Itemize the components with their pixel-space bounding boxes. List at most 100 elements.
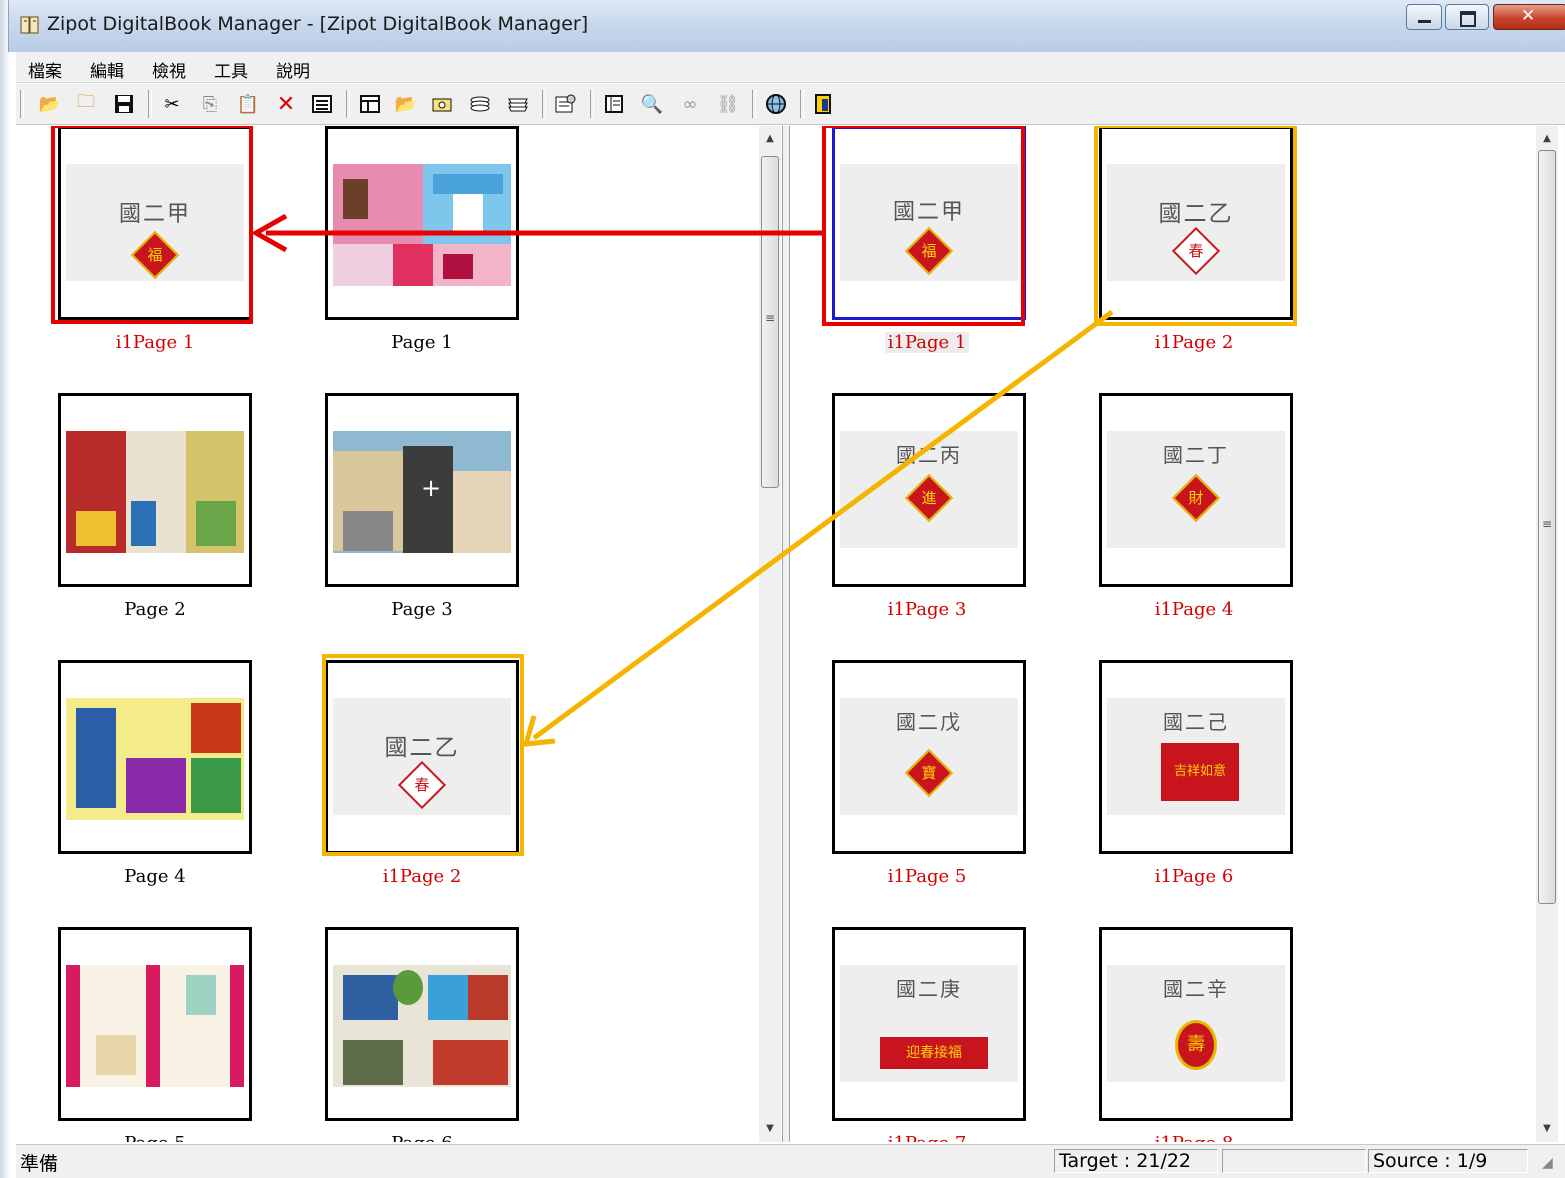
paste-icon[interactable]: 📋	[236, 92, 260, 116]
page-caption: i1Page 5	[887, 866, 967, 887]
highlight-frame-red	[822, 126, 1025, 326]
page-caption: Page 2	[124, 599, 186, 620]
toolbar-separator	[800, 90, 804, 118]
toolbar: 📂 🗀 ✂ ⎘ 📋 ✕ 📂 🔍 ∞ ⛓	[16, 84, 1565, 125]
exit-icon[interactable]	[812, 92, 836, 116]
emblem-banner: 迎春接福	[880, 1037, 988, 1069]
open-folder-icon[interactable]: 📂	[38, 92, 62, 116]
fan-title: 國二辛	[1163, 977, 1229, 1001]
menu-file[interactable]: 檔案	[28, 57, 62, 82]
target-pages-pane[interactable]: 國二甲 福 i1Page 1 國二乙 春 i1Page 2 國二丙 進 i1Pa…	[790, 126, 1560, 1142]
page-caption: i1Page 2	[382, 866, 462, 887]
page-thumbnail-i1page4[interactable]: 國二丁 財	[1099, 393, 1293, 587]
scroll-up-arrow-icon[interactable]: ▲	[1536, 130, 1558, 148]
properties-list-icon[interactable]	[310, 92, 334, 116]
folder-photo-icon[interactable]: 📂	[394, 92, 418, 116]
highlight-frame-orange	[1094, 126, 1297, 326]
grip-icon: ≡	[1541, 517, 1553, 531]
menu-edit[interactable]: 編輯	[90, 57, 124, 82]
page-thumbnail-page4[interactable]	[58, 660, 252, 854]
list-view-icon[interactable]	[602, 92, 626, 116]
chain-icon[interactable]: ⛓	[716, 92, 740, 116]
thumbnail-image: 國二丙 進	[840, 431, 1018, 548]
page-thumbnail-page6[interactable]	[325, 927, 519, 1121]
app-icon	[19, 14, 41, 36]
toolbar-separator	[542, 90, 546, 118]
grip-icon: ≡	[764, 311, 776, 325]
status-empty-pane	[1222, 1149, 1366, 1173]
fan-title: 國二丁	[1163, 443, 1229, 467]
page-caption: i1Page 7	[827, 1133, 1027, 1142]
scroll-down-arrow-icon[interactable]: ▼	[759, 1120, 781, 1138]
photo-icon[interactable]	[430, 92, 454, 116]
pane-splitter[interactable]	[782, 126, 790, 1142]
page-thumbnail-page2[interactable]	[58, 393, 252, 587]
highlight-frame-orange	[322, 654, 524, 856]
page-thumbnail-i1page3[interactable]: 國二丙 進	[832, 393, 1026, 587]
title-bar[interactable]: Zipot DigitalBook Manager - [Zipot Digit…	[8, 0, 1565, 52]
emblem-banner: 吉祥如意	[1161, 743, 1239, 801]
fan-title: 國二己	[1163, 710, 1229, 734]
stack-alt-icon[interactable]	[506, 92, 530, 116]
menu-tools[interactable]: 工具	[214, 57, 248, 82]
source-pages-pane[interactable]: 國二甲 福 i1Page 1 Page 1 Page 2 + Page 3 Pa…	[18, 126, 782, 1142]
save-icon[interactable]	[112, 92, 136, 116]
page-caption: Page 3	[391, 599, 453, 620]
status-ready-text: 準備	[20, 1153, 59, 1175]
thumbnail-image	[66, 965, 244, 1087]
thumbnail-image: 國二丁 財	[1107, 431, 1285, 548]
new-folder-icon[interactable]: 🗀	[74, 91, 98, 116]
scroll-thumb[interactable]: ≡	[1538, 150, 1556, 904]
maximize-button[interactable]	[1445, 4, 1489, 30]
minimize-button[interactable]	[1406, 4, 1442, 30]
zoom-page-icon[interactable]: 🔍	[640, 92, 664, 116]
thumbnail-image: 國二庚 迎春接福	[840, 965, 1018, 1082]
menu-view[interactable]: 檢視	[152, 57, 186, 82]
scroll-down-arrow-icon[interactable]: ▼	[1536, 1120, 1558, 1138]
status-bar: 準備 Target : 21/22 Source : 1/9 ◢	[16, 1144, 1565, 1178]
page-thumbnail-page3[interactable]: +	[325, 393, 519, 587]
thumbnail-image: 國二辛 壽	[1107, 965, 1285, 1082]
emblem-medallion: 壽	[1175, 1020, 1217, 1070]
fan-title: 國二丙	[896, 443, 962, 467]
close-button[interactable]	[1493, 4, 1565, 30]
thumbnail-image	[333, 965, 511, 1087]
left-vertical-scrollbar[interactable]: ▲ ≡ ▼	[759, 126, 781, 1142]
stack-icon[interactable]	[468, 92, 492, 116]
layout-icon[interactable]	[358, 92, 382, 116]
delete-icon[interactable]: ✕	[274, 92, 298, 117]
menu-help[interactable]: 說明	[276, 57, 310, 82]
page-thumbnail-i1page5[interactable]: 國二戊 寶	[832, 660, 1026, 854]
page-thumbnail-i1page6[interactable]: 國二己 吉祥如意	[1099, 660, 1293, 854]
toolbar-separator	[590, 90, 594, 118]
page-thumbnail-page1[interactable]	[325, 126, 519, 320]
page-caption: Page 1	[391, 332, 453, 353]
resize-grip-icon[interactable]: ◢	[1542, 1155, 1560, 1173]
link-icon[interactable]: ∞	[678, 92, 702, 116]
toolbar-separator	[148, 90, 152, 118]
window-title: Zipot DigitalBook Manager - [Zipot Digit…	[47, 13, 589, 35]
thumbnail-image	[66, 698, 244, 820]
fan-title: 國二戊	[896, 710, 962, 734]
globe-icon[interactable]	[764, 92, 788, 116]
page-caption: i1Page 6	[1154, 866, 1234, 887]
page-caption: Page 6	[322, 1133, 522, 1142]
scroll-up-arrow-icon[interactable]: ▲	[759, 130, 781, 148]
status-source: Source : 1/9	[1368, 1149, 1528, 1173]
page-thumbnail-i1page7[interactable]: 國二庚 迎春接福	[832, 927, 1026, 1121]
settings-icon[interactable]	[554, 92, 578, 116]
page-thumbnail-i1page8[interactable]: 國二辛 壽	[1099, 927, 1293, 1121]
thumbnail-image	[333, 164, 511, 286]
page-caption: i1Page 1	[827, 332, 1027, 353]
page-caption: i1Page 4	[1154, 599, 1234, 620]
page-thumbnail-page5[interactable]	[58, 927, 252, 1121]
toolbar-separator	[346, 90, 350, 118]
right-vertical-scrollbar[interactable]: ▲ ≡ ▼	[1536, 126, 1558, 1142]
copy-icon[interactable]: ⎘	[198, 92, 222, 116]
emblem-diamond: 進	[904, 473, 954, 523]
highlight-frame-red	[51, 126, 253, 324]
thumbnail-image: 國二己 吉祥如意	[1107, 698, 1285, 815]
page-caption: Page 5	[55, 1133, 255, 1142]
scroll-thumb[interactable]: ≡	[761, 156, 779, 488]
cut-icon[interactable]: ✂	[160, 92, 184, 116]
